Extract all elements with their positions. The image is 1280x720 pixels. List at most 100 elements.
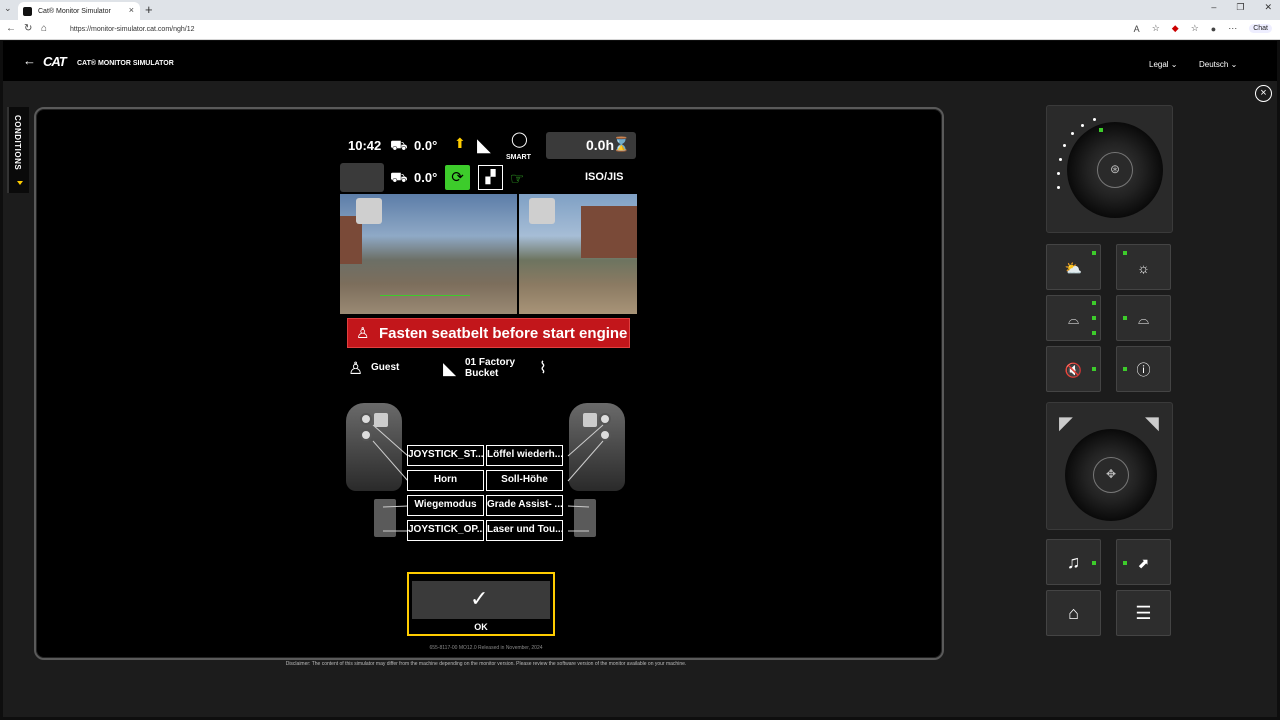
new-tab-icon[interactable]: + bbox=[145, 2, 153, 17]
navigation-center-icon: ✥ bbox=[1093, 457, 1129, 493]
pitch-icon: ⛟ bbox=[390, 137, 408, 153]
status-led bbox=[1123, 561, 1127, 565]
level-dot bbox=[1071, 132, 1074, 135]
hour-meter: 0.0h ⌛ bbox=[546, 132, 636, 159]
checkmark-icon: ✓ bbox=[470, 586, 489, 611]
back-icon[interactable]: ← bbox=[6, 23, 16, 34]
address-bar[interactable]: https://monitor-simulator.cat.com/ngh/12 bbox=[56, 23, 1086, 37]
tool-line1: 01 Factory bbox=[465, 357, 516, 368]
tool-name: 01 Factory Bucket bbox=[465, 357, 515, 379]
rotate-right-icon[interactable]: ◥ bbox=[1145, 413, 1159, 434]
rotate-left-icon[interactable]: ◤ bbox=[1059, 413, 1073, 434]
control-pattern: ISO/JIS bbox=[585, 171, 624, 183]
bucket-icon: ◣ bbox=[477, 135, 491, 155]
ok-button-frame: ✓ OK bbox=[407, 572, 555, 636]
status-led bbox=[1099, 128, 1103, 132]
joystick-label[interactable]: Grade Assist- ... bbox=[486, 495, 563, 516]
building bbox=[581, 206, 637, 258]
rotary-knob-center-icon: ⊛ bbox=[1097, 152, 1133, 188]
hourglass-icon: ⌛ bbox=[612, 136, 630, 152]
ok-button[interactable]: ✓ bbox=[412, 581, 550, 619]
level-dot bbox=[1057, 186, 1060, 189]
roll-angle: 0.0° bbox=[414, 170, 438, 185]
chat-button[interactable]: Chat bbox=[1249, 24, 1272, 33]
navigation-knob-panel: ◤ ◥ ✥ bbox=[1046, 402, 1173, 530]
graph-icon: ⌇ bbox=[539, 360, 547, 377]
close-icon[interactable]: × bbox=[1255, 85, 1272, 102]
conditions-label: CONDITIONS bbox=[13, 115, 22, 171]
status-led bbox=[1092, 561, 1096, 565]
menu-button[interactable]: ☰ bbox=[1116, 590, 1171, 636]
level-dot bbox=[1059, 158, 1062, 161]
front-wiper-icon: ⌓ bbox=[1067, 311, 1080, 327]
joystick-label[interactable]: Horn bbox=[407, 470, 484, 491]
side-camera-view[interactable] bbox=[519, 194, 637, 314]
tool-line2: Bucket bbox=[465, 368, 499, 379]
status-led bbox=[1092, 251, 1096, 255]
bucket-icon: ◣ bbox=[443, 359, 457, 378]
grade-icon: ⬈ bbox=[1137, 555, 1150, 571]
guide-line bbox=[380, 295, 470, 296]
browser-tabbar: ⌄ Cat® Monitor Simulator × + – ❐ ✕ bbox=[0, 0, 1280, 20]
app-title: CAT® MONITOR SIMULATOR bbox=[77, 60, 174, 67]
smart-label: SMART bbox=[506, 154, 531, 161]
read-aloud-icon[interactable]: A bbox=[1134, 24, 1140, 34]
conditions-tab[interactable]: CONDITIONS bbox=[7, 107, 29, 193]
window-controls: – ❐ ✕ bbox=[1211, 2, 1272, 13]
auto-mode-icon: ⟳ bbox=[445, 165, 470, 190]
close-tab-icon[interactable]: × bbox=[129, 5, 134, 15]
seatbelt-icon: ♙ bbox=[356, 325, 370, 342]
extensions-icon[interactable]: ☆ bbox=[1152, 23, 1160, 34]
profile-icon[interactable]: ● bbox=[1211, 24, 1216, 34]
joystick-label[interactable]: Löffel wiederh... bbox=[486, 445, 563, 466]
up-arrow-icon: ⬆ bbox=[454, 135, 466, 151]
washer-icon: ⌓ bbox=[1137, 311, 1150, 327]
favicon-icon bbox=[23, 7, 32, 16]
status-led bbox=[1092, 331, 1096, 335]
chevron-down-icon bbox=[17, 181, 23, 185]
status-led bbox=[1092, 367, 1096, 371]
rear-camera-view[interactable] bbox=[340, 194, 517, 314]
home-icon: ⌂ bbox=[1068, 603, 1079, 623]
joystick-label[interactable]: JOYSTICK_ST... bbox=[407, 445, 484, 466]
light-icon: ⛅ bbox=[1064, 260, 1083, 276]
minimize-icon[interactable]: – bbox=[1211, 2, 1216, 13]
tab-title: Cat® Monitor Simulator bbox=[38, 7, 111, 15]
level-dot bbox=[1063, 144, 1066, 147]
back-arrow-icon[interactable]: ← bbox=[23, 53, 36, 68]
more-icon[interactable]: ⋯ bbox=[1228, 23, 1237, 34]
status-led bbox=[1092, 301, 1096, 305]
shield-icon[interactable]: ◆ bbox=[1172, 23, 1179, 34]
music-icon: ♫ bbox=[1066, 552, 1081, 572]
legal-menu[interactable]: Legal ⌄ bbox=[1149, 60, 1178, 69]
joystick-label[interactable]: Wiegemodus bbox=[407, 495, 484, 516]
mute-icon: 🔇 bbox=[1064, 362, 1083, 378]
language-menu[interactable]: Deutsch ⌄ bbox=[1199, 60, 1237, 69]
camera-icon bbox=[529, 198, 555, 224]
browser-navbar: ← ↻ ⌂ https://monitor-simulator.cat.com/… bbox=[0, 20, 1280, 40]
joystick-label[interactable]: Soll-Höhe bbox=[486, 470, 563, 491]
status-led bbox=[1123, 316, 1127, 320]
browser-toolbar: A ☆ ◆ ☆ ● ⋯ Chat bbox=[1134, 23, 1272, 34]
operator-icon: ♙ bbox=[348, 359, 364, 378]
reload-icon[interactable]: ↻ bbox=[24, 23, 32, 34]
bucket-mode-icon: ▞ bbox=[478, 165, 503, 190]
home-button[interactable]: ⌂ bbox=[1046, 590, 1101, 636]
tab-list-icon[interactable]: ⌄ bbox=[4, 3, 12, 14]
home-icon[interactable]: ⌂ bbox=[41, 23, 47, 34]
level-dot bbox=[1057, 172, 1060, 175]
restore-icon[interactable]: ❐ bbox=[1236, 2, 1244, 13]
browser-tab[interactable]: Cat® Monitor Simulator × bbox=[18, 2, 140, 20]
menu-icon: ☰ bbox=[1135, 603, 1152, 623]
joystick-label[interactable]: Laser und Tou... bbox=[486, 520, 563, 541]
status-led bbox=[1123, 367, 1127, 371]
favorites-icon[interactable]: ☆ bbox=[1191, 23, 1199, 34]
joystick-label[interactable]: JOYSTICK_OP... bbox=[407, 520, 484, 541]
level-dot bbox=[1081, 124, 1084, 127]
status-led bbox=[1092, 316, 1096, 320]
cat-logo: CAT bbox=[43, 54, 67, 69]
touch-icon: ☞ bbox=[510, 171, 525, 188]
alert-text: Fasten seatbelt before start engine bbox=[379, 325, 628, 342]
close-window-icon[interactable]: ✕ bbox=[1264, 2, 1272, 13]
ok-label: OK bbox=[474, 622, 488, 632]
